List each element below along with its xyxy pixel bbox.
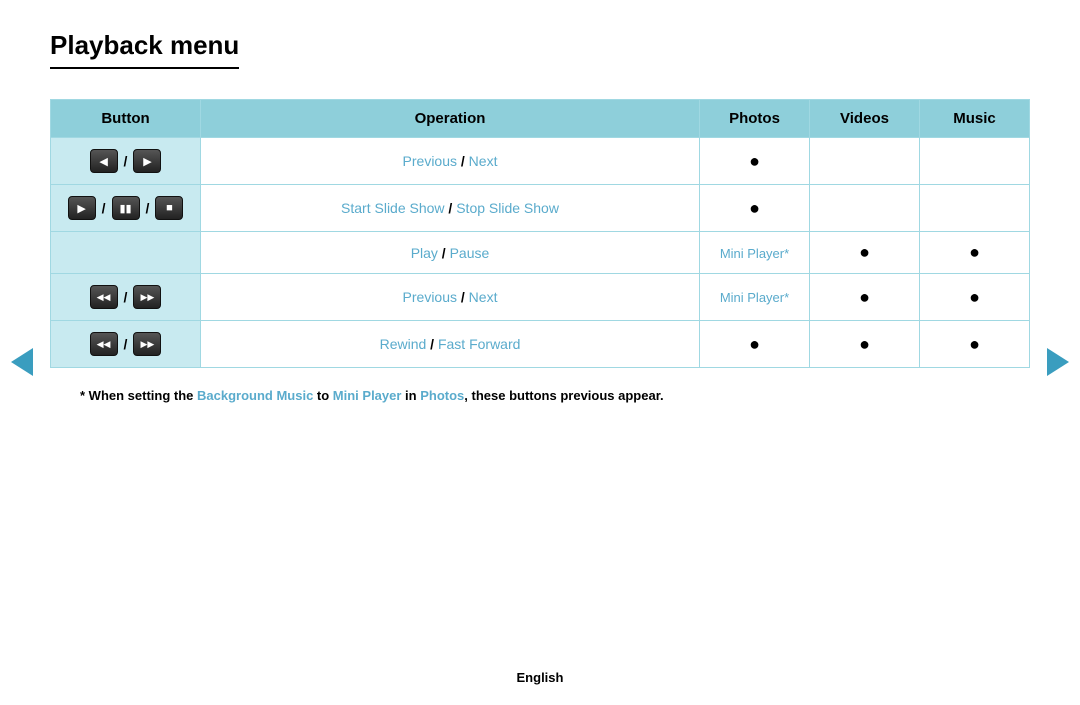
page-content: Playback menu Button Operation Photos Vi… <box>0 0 1080 403</box>
next-icon: ▶ <box>133 149 161 173</box>
col-header-music: Music <box>920 100 1030 138</box>
col-header-operation: Operation <box>201 100 700 138</box>
pause-icon: ▮▮ <box>112 196 140 220</box>
col-header-photos: Photos <box>700 100 810 138</box>
operation-cell-4: Previous / Next <box>201 274 700 321</box>
photos-cell-3: Mini Player* <box>700 232 810 274</box>
left-arrow-icon <box>11 348 33 376</box>
music-cell-4: ● <box>920 274 1030 321</box>
table-row: ◀◀ / ▶▶ Previous / Next Mini Player* ● ● <box>51 274 1030 321</box>
col-header-videos: Videos <box>810 100 920 138</box>
page-title: Playback menu <box>50 30 239 69</box>
footnote-asterisk: * When setting the <box>80 388 197 403</box>
videos-cell-1 <box>810 138 920 185</box>
footnote-photos: Photos <box>420 388 464 403</box>
photos-cell-5: ● <box>700 321 810 368</box>
music-cell-3: ● <box>920 232 1030 274</box>
op-fastforward-label: Fast Forward <box>438 336 520 352</box>
button-cell-3 <box>51 232 201 274</box>
videos-cell-3: ● <box>810 232 920 274</box>
button-group-1: ◀ / ▶ <box>89 148 163 174</box>
prev-icon: ◀ <box>90 149 118 173</box>
play-icon: ▶ <box>68 196 96 220</box>
button-group-5: ◀◀ / ▶▶ <box>89 331 163 357</box>
operation-cell-2: Start Slide Show / Stop Slide Show <box>201 185 700 232</box>
videos-cell-5: ● <box>810 321 920 368</box>
col-header-button: Button <box>51 100 201 138</box>
photos-cell-1: ● <box>700 138 810 185</box>
button-cell-1: ◀ / ▶ <box>51 138 201 185</box>
op-start-slideshow-label: Start Slide Show <box>341 200 445 216</box>
prev-track-icon: ◀◀ <box>90 285 118 309</box>
footnote-mini-player: Mini Player <box>333 388 402 403</box>
footnote-end: , these buttons previous appear. <box>464 388 663 403</box>
operation-cell-5: Rewind / Fast Forward <box>201 321 700 368</box>
button-group-4: ◀◀ / ▶▶ <box>89 284 163 310</box>
videos-cell-2 <box>810 185 920 232</box>
footnote: * When setting the Background Music to M… <box>50 388 1030 403</box>
stop-icon: ■ <box>155 196 183 220</box>
op-rewind-label: Rewind <box>380 336 427 352</box>
operation-cell-3: Play / Pause <box>201 232 700 274</box>
button-cell-2: ▶ / ▮▮ / ■ <box>51 185 201 232</box>
footnote-in: in <box>401 388 420 403</box>
playback-table: Button Operation Photos Videos Music ◀ /… <box>50 99 1030 368</box>
op-prev2-label: Previous <box>403 289 457 305</box>
footer-language: English <box>0 670 1080 685</box>
nav-arrow-left[interactable] <box>8 348 36 376</box>
op-next-label: Next <box>469 153 498 169</box>
op-prev-label: Previous <box>403 153 457 169</box>
music-cell-5: ● <box>920 321 1030 368</box>
op-play-label: Play <box>411 245 438 261</box>
table-row: ▶ / ▮▮ / ■ Start Slide Show / Stop Slide… <box>51 185 1030 232</box>
table-row: Play / Pause Mini Player* ● ● <box>51 232 1030 274</box>
fastforward-icon: ▶▶ <box>133 332 161 356</box>
photos-cell-2: ● <box>700 185 810 232</box>
footnote-bg-music: Background Music <box>197 388 313 403</box>
button-cell-4: ◀◀ / ▶▶ <box>51 274 201 321</box>
music-cell-2 <box>920 185 1030 232</box>
right-arrow-icon <box>1047 348 1069 376</box>
button-group-2: ▶ / ▮▮ / ■ <box>67 195 185 221</box>
button-cell-5: ◀◀ / ▶▶ <box>51 321 201 368</box>
nav-arrow-right[interactable] <box>1044 348 1072 376</box>
op-stop-slideshow-label: Stop Slide Show <box>456 200 559 216</box>
photos-cell-4: Mini Player* <box>700 274 810 321</box>
op-pause-label: Pause <box>450 245 490 261</box>
table-row: ◀ / ▶ Previous / Next ● <box>51 138 1030 185</box>
next-track-icon: ▶▶ <box>133 285 161 309</box>
op-next2-label: Next <box>469 289 498 305</box>
music-cell-1 <box>920 138 1030 185</box>
videos-cell-4: ● <box>810 274 920 321</box>
footnote-to: to <box>313 388 333 403</box>
language-label: English <box>517 670 564 685</box>
operation-cell-1: Previous / Next <box>201 138 700 185</box>
table-row: ◀◀ / ▶▶ Rewind / Fast Forward ● ● ● <box>51 321 1030 368</box>
rewind-icon: ◀◀ <box>90 332 118 356</box>
